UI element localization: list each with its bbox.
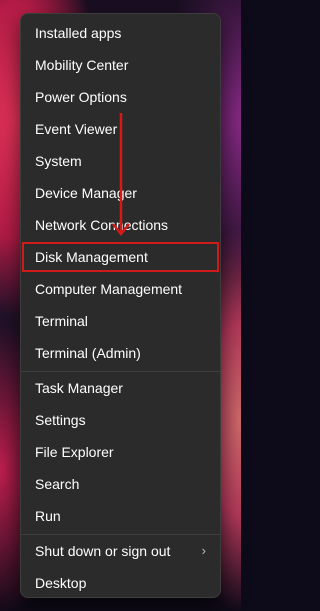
- menu-item-disk-management[interactable]: Disk Management: [22, 242, 219, 272]
- menu-item-system[interactable]: System: [23, 147, 218, 175]
- menu-item-network-connections[interactable]: Network Connections: [23, 211, 218, 239]
- winx-context-menu: Installed apps Mobility Center Power Opt…: [20, 13, 221, 598]
- menu-item-search[interactable]: Search: [23, 470, 218, 498]
- menu-divider: [21, 534, 220, 535]
- menu-item-label: Shut down or sign out: [35, 543, 171, 559]
- menu-item-terminal[interactable]: Terminal: [23, 307, 218, 335]
- menu-item-power-options[interactable]: Power Options: [23, 83, 218, 111]
- menu-item-installed-apps[interactable]: Installed apps: [23, 19, 218, 47]
- chevron-right-icon: ›: [201, 543, 206, 558]
- menu-divider: [21, 371, 220, 372]
- menu-item-file-explorer[interactable]: File Explorer: [23, 438, 218, 466]
- menu-item-computer-management[interactable]: Computer Management: [23, 275, 218, 303]
- menu-item-settings[interactable]: Settings: [23, 406, 218, 434]
- menu-item-device-manager[interactable]: Device Manager: [23, 179, 218, 207]
- menu-item-shut-down-or-sign-out[interactable]: Shut down or sign out ›: [23, 537, 218, 565]
- menu-item-event-viewer[interactable]: Event Viewer: [23, 115, 218, 143]
- menu-item-terminal-admin[interactable]: Terminal (Admin): [23, 339, 218, 367]
- menu-item-task-manager[interactable]: Task Manager: [23, 374, 218, 402]
- menu-item-mobility-center[interactable]: Mobility Center: [23, 51, 218, 79]
- menu-item-desktop[interactable]: Desktop: [23, 569, 218, 597]
- menu-item-run[interactable]: Run: [23, 502, 218, 530]
